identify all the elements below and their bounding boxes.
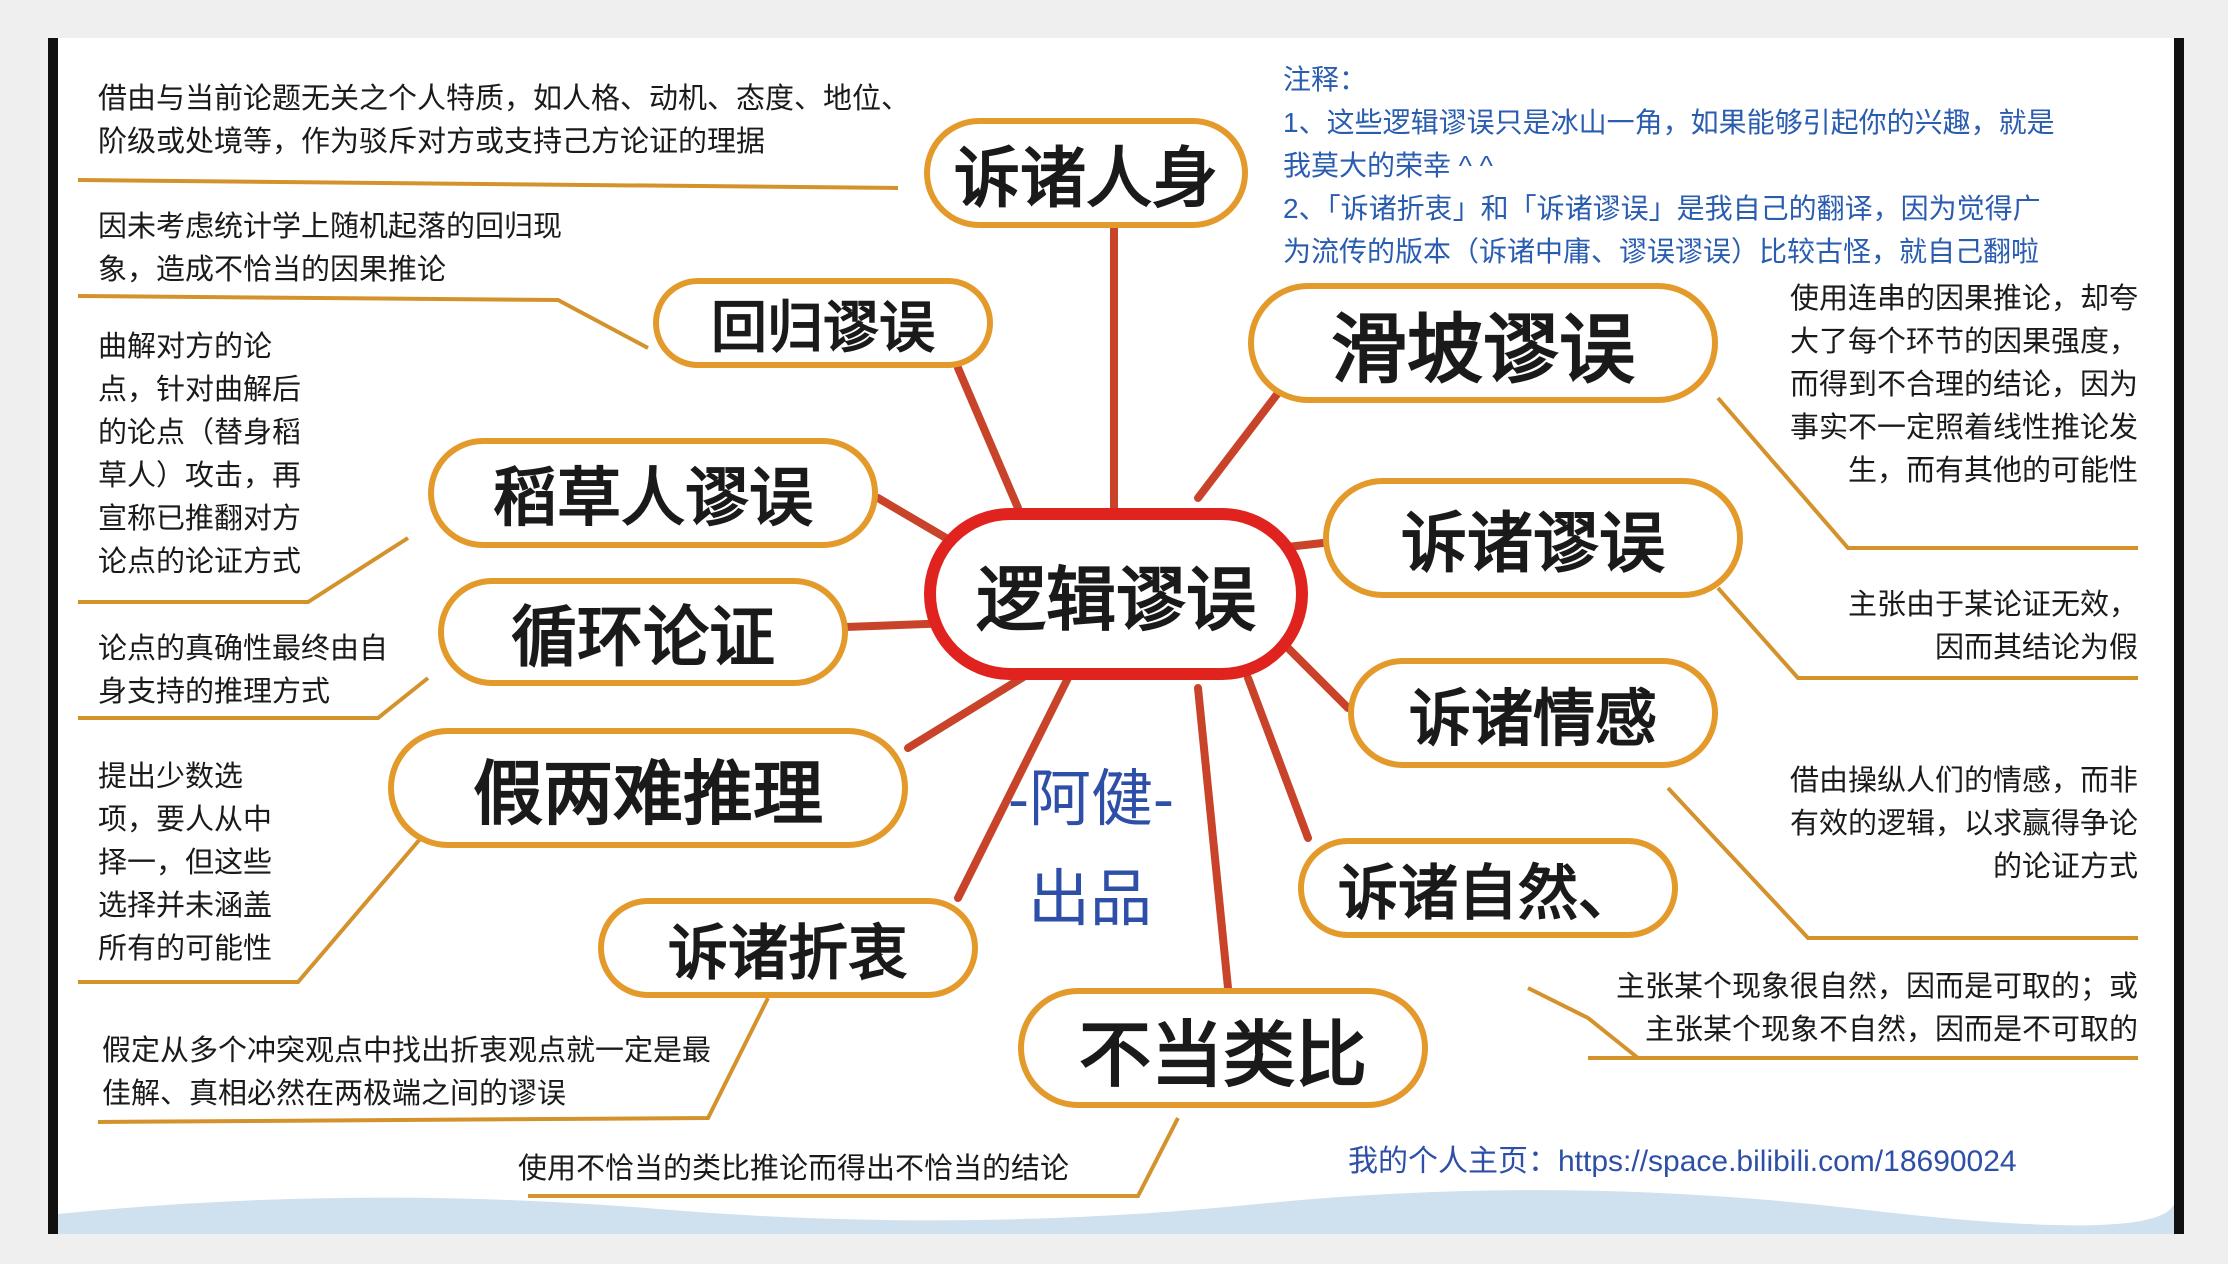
connector-emotion xyxy=(1284,644,1352,712)
notes-block: 注释： 1、这些逻辑谬误只是冰山一角，如果能够引起你的兴趣，就是 我莫大的荣幸 … xyxy=(1283,58,2163,273)
notes-title: 注释： xyxy=(1283,64,1368,95)
desc-ad-hominem: 借由与当前论题无关之个人特质，如人格、动机、态度、地位、阶级或处境等，作为驳斥对… xyxy=(98,83,911,158)
connector-slippery-slope xyxy=(1194,389,1282,502)
connector-false-dilemma xyxy=(904,664,1042,752)
connector-regression xyxy=(954,364,1022,512)
node-nature: 诉诸自然、 xyxy=(1298,838,1678,938)
desc-nature: 主张某个现象很自然，因而是可取的；或主张某个现象不自然，因而是不可取的 xyxy=(1615,971,2138,1046)
node-slippery-slope: 滑坡谬误 xyxy=(1248,283,1718,403)
mind-map-board: 逻辑谬误 诉诸人身 回归谬误 稻草人谬误 循环论证 假两难推理 诉诸折衷 不当类… xyxy=(48,38,2184,1234)
node-fallacy-fallacy: 诉诸谬误 xyxy=(1323,478,1743,598)
desc-false-dilemma: 提出少数选项，要人从中择一，但这些选择并未涵盖所有的可能性 xyxy=(98,761,273,965)
desc-slippery-slope: 使用连串的因果推论，却夸大了每个环节的因果强度，而得到不合理的结论，因为事实不一… xyxy=(1789,283,2138,487)
signature-name: -阿健- xyxy=(1008,762,1174,835)
connector-analogy xyxy=(1194,684,1232,992)
center-node: 逻辑谬误 xyxy=(924,508,1308,680)
node-analogy: 不当类比 xyxy=(1018,988,1428,1108)
desc-regression: 因未考虑统计学上随机起落的回归现象，造成不恰当的因果推论 xyxy=(98,211,563,286)
notes-line-1: 1、这些逻辑谬误只是冰山一角，如果能够引起你的兴趣，就是 xyxy=(1283,107,2055,138)
node-regression: 回归谬误 xyxy=(653,278,993,368)
footer-wave xyxy=(58,1190,2174,1234)
screenshot-frame: 逻辑谬误 诉诸人身 回归谬误 稻草人谬误 循环论证 假两难推理 诉诸折衷 不当类… xyxy=(0,0,2228,1264)
node-false-dilemma: 假两难推理 xyxy=(388,728,908,848)
signature-tag: 出品 xyxy=(1028,862,1153,935)
desc-middle-ground: 假定从多个冲突观点中找出折衷观点就一定是最佳解、真相必然在两极端之间的谬误 xyxy=(102,1035,712,1110)
node-circular: 循环论证 xyxy=(438,578,848,686)
node-ad-hominem: 诉诸人身 xyxy=(924,118,1248,228)
desc-emotion: 借由操纵人们的情感，而非有效的逻辑，以求赢得争论的论证方式 xyxy=(1789,765,2138,883)
notes-line-2b: 为流传的版本（诉诸中庸、谬误谬误）比较古怪，就自己翻啦 xyxy=(1283,236,2040,267)
underline-ad-hominem xyxy=(77,178,899,190)
desc-strawman: 曲解对方的论点，针对曲解后的论点（替身稻草人）攻击，再宣称已推翻对方论点的论证方… xyxy=(98,331,302,578)
node-middle-ground: 诉诸折衷 xyxy=(598,898,978,998)
notes-line-2: 2、「诉诸折衷」和「诉诸谬误」是我自己的翻译，因为觉得广 xyxy=(1283,193,2041,224)
desc-circular: 论点的真确性最终由自身支持的推理方式 xyxy=(98,633,389,708)
node-emotion: 诉诸情感 xyxy=(1348,658,1718,768)
connector-nature xyxy=(1244,674,1312,842)
node-strawman: 稻草人谬误 xyxy=(428,438,878,548)
notes-line-1b: 我莫大的荣幸 ^ ^ xyxy=(1283,150,1493,181)
desc-fallacy-fallacy: 主张由于某论证无效，因而其结论为假 xyxy=(1847,589,2138,664)
